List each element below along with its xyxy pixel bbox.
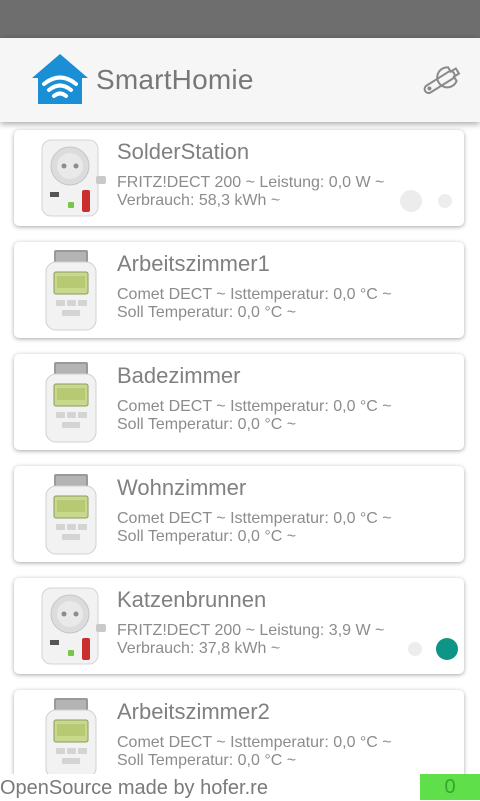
- device-card[interactable]: Arbeitszimmer1 Comet DECT ~ Isttemperatu…: [14, 242, 464, 338]
- smart-plug-icon: [34, 136, 112, 220]
- footer-badge: 0: [420, 774, 480, 800]
- thermostat-icon: [34, 696, 112, 774]
- device-name: Wohnzimmer: [117, 475, 247, 500]
- device-card[interactable]: Badezimmer Comet DECT ~ Isttemperatur: 0…: [14, 354, 464, 450]
- device-name: Badezimmer: [117, 363, 241, 388]
- device-card[interactable]: SolderStation FRITZ!DECT 200 ~ Leistung:…: [14, 130, 464, 226]
- device-description: FRITZ!DECT 200 ~ Leistung: 0,0 W ~ Verbr…: [117, 174, 385, 209]
- device-card[interactable]: Arbeitszimmer2 Comet DECT ~ Isttemperatu…: [14, 690, 464, 774]
- settings-button[interactable]: [418, 60, 468, 100]
- switch-track: [408, 642, 422, 656]
- app-title: SmartHomie: [96, 64, 254, 95]
- footer-credit: OpenSource made by hofer.re: [0, 777, 268, 799]
- thermostat-icon: [34, 472, 112, 556]
- device-description: Comet DECT ~ Isttemperatur: 0,0 °C ~ Sol…: [117, 286, 392, 321]
- device-description: FRITZ!DECT 200 ~ Leistung: 3,9 W ~ Verbr…: [117, 622, 385, 657]
- device-description: Comet DECT ~ Isttemperatur: 0,0 °C ~ Sol…: [117, 510, 392, 545]
- device-name: Katzenbrunnen: [117, 587, 267, 612]
- device-name: SolderStation: [117, 139, 250, 164]
- device-name: Arbeitszimmer2: [117, 699, 270, 724]
- switch-knob-off: [400, 190, 422, 212]
- switch-track: [438, 194, 452, 208]
- device-card[interactable]: Katzenbrunnen FRITZ!DECT 200 ~ Leistung:…: [14, 578, 464, 674]
- device-card[interactable]: Wohnzimmer Comet DECT ~ Isttemperatur: 0…: [14, 466, 464, 562]
- wrench-icon: [423, 66, 461, 95]
- power-switch[interactable]: [400, 189, 458, 213]
- power-switch[interactable]: [400, 637, 458, 661]
- app-bar: SmartHomie: [0, 38, 480, 122]
- thermostat-icon: [34, 248, 112, 332]
- thermostat-icon: [34, 360, 112, 444]
- device-list[interactable]: SolderStation FRITZ!DECT 200 ~ Leistung:…: [0, 122, 480, 774]
- device-description: Comet DECT ~ Isttemperatur: 0,0 °C ~ Sol…: [117, 734, 392, 769]
- device-name: Arbeitszimmer1: [117, 251, 270, 276]
- status-bar: [0, 0, 480, 38]
- smart-plug-icon: [34, 584, 112, 668]
- wifi-house-icon: [32, 54, 88, 106]
- device-description: Comet DECT ~ Isttemperatur: 0,0 °C ~ Sol…: [117, 398, 392, 433]
- footer: OpenSource made by hofer.re 0: [0, 774, 480, 800]
- switch-knob-on: [436, 638, 458, 660]
